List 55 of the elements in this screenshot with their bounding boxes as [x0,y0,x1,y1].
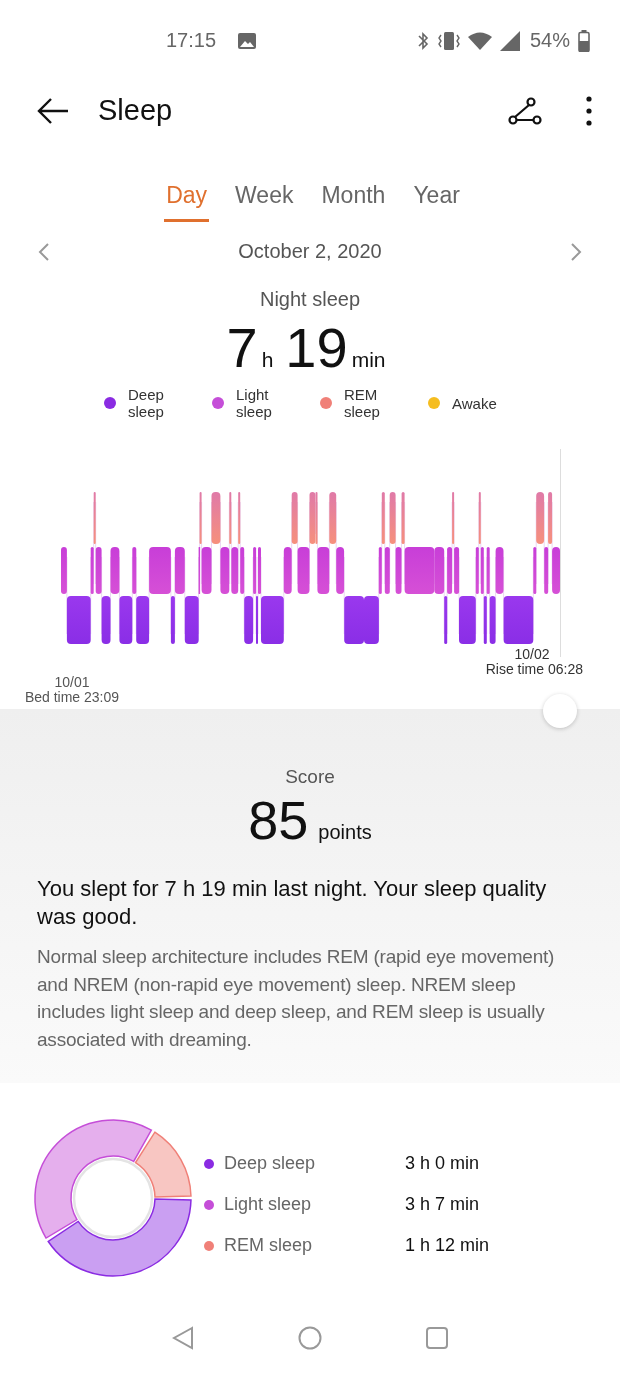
date-label: October 2, 2020 [238,240,382,264]
chevron-left-icon [38,241,50,262]
status-time: 17:15 [166,29,217,53]
home-nav-button[interactable] [298,1326,322,1351]
more-icon [586,95,592,126]
stage-duration: 3 h 7 min [405,1193,481,1217]
minutes-unit: min [351,348,386,373]
square-recents-icon [426,1327,448,1350]
period-tab[interactable]: Day [164,177,210,222]
stage-duration: 1 h 12 min [405,1234,490,1258]
period-tab[interactable]: Year [411,177,462,222]
stage-label: REM sleep [224,1235,313,1257]
circle-home-icon [298,1326,322,1351]
signal-icon [499,30,520,51]
rise-time-label: Rise time 06:28 [485,661,583,678]
wifi-icon [467,31,492,50]
score-unit: points [318,821,372,845]
hours-unit: h [261,348,274,373]
score-label: Score [284,765,336,790]
bluetooth-icon [415,30,430,51]
back-arrow-icon [36,96,70,125]
recents-nav-button[interactable] [426,1327,448,1350]
legend-label: Deep sleep [128,386,165,421]
previous-day-button[interactable] [38,241,50,262]
stage-label: Deep sleep [224,1153,316,1175]
legend-label: Light sleep [236,386,273,421]
end-date-label: 10/02 [514,646,550,663]
more-button[interactable] [586,95,592,126]
period-tab[interactable]: Week [233,177,296,222]
start-date-label: 10/01 [54,674,90,691]
sleep-description: Normal sleep architecture includes REM (rapid eye movement) and NREM (non-rapid eye movement) sleep. NREM sleep includes light sleep and deep sleep, and REM sleep is usually associated with dreaming. [37,945,556,1052]
stage-label: Light sleep [224,1194,312,1216]
back-button[interactable] [36,96,70,125]
image-icon [238,32,257,49]
hours-value: 7 [226,319,258,378]
legend-label: Awake [452,394,497,412]
stage-duration: 3 h 0 min [405,1152,481,1176]
battery-icon [578,29,590,52]
score-value: 85 [248,791,309,850]
scrubber-handle[interactable] [543,694,577,729]
legend-label: REM sleep [344,386,381,421]
sleep-quality-headline: You slept for 7 h 19 min last night. Your sleep quality was good. [37,875,548,932]
back-nav-button[interactable] [172,1326,194,1351]
battery-percent: 54% [529,29,570,53]
share-icon [508,96,542,125]
chevron-right-icon [570,241,582,262]
night-sleep-label: Night sleep [258,287,362,313]
vibrate-icon [437,30,460,51]
bed-time-label: Bed time 23:09 [24,689,120,706]
triangle-back-icon [172,1326,194,1351]
page-title: Sleep [98,94,174,128]
period-tab[interactable]: Month [319,177,388,222]
share-button[interactable] [508,96,542,125]
next-day-button[interactable] [570,241,582,262]
minutes-value: 19 [285,319,348,378]
